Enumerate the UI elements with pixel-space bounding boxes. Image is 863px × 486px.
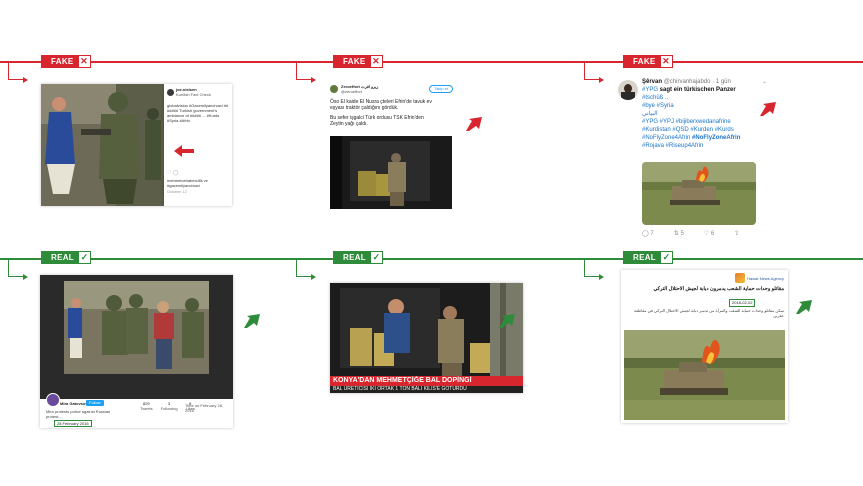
fake-tag-1: FAKE ✕ <box>41 55 91 68</box>
x-icon: ✕ <box>659 55 673 68</box>
avatar <box>46 393 60 407</box>
fake-pointer-2 <box>296 63 316 83</box>
fake-label: FAKE <box>343 57 366 66</box>
follow-button[interactable]: Takip et <box>429 85 453 93</box>
fake-tag-3: FAKE ✕ <box>623 55 673 68</box>
tweet-body: globalvision #Gacemilyanchowi ## ##### T… <box>167 103 229 123</box>
avatar <box>167 88 174 96</box>
real-news-card-3: Hawar News Agency مقاتلو وحدات حماية الش… <box>621 270 788 423</box>
tweet-date: October 12 <box>167 189 187 194</box>
article-body: تمكن مقاتلو وحدات حماية الشعب والمرأة من… <box>633 308 784 318</box>
real-tag-1: REAL ✓ <box>41 251 91 264</box>
check-icon: ✓ <box>369 251 383 264</box>
real-divider-line <box>0 258 863 260</box>
green-arrow-2 <box>499 314 515 328</box>
highlighted-date: 2018-02-02 <box>729 299 756 307</box>
tweet-subhandle: Kurdish Fact Check <box>176 92 211 97</box>
protest-photo <box>41 84 164 206</box>
reply-count: 7 <box>650 231 654 237</box>
check-icon: ✓ <box>77 251 91 264</box>
hashtag-line[interactable]: #YPG #YPJ #bijiberxwedanafrine <box>642 118 772 126</box>
news-headline: KONYA'DAN MEHMETÇİĞE BAL DOPİNGİ <box>330 376 523 386</box>
hashtag-line[interactable]: #bye #Syria <box>642 102 772 110</box>
hashtag-line[interactable]: #tschüß .. <box>642 94 772 102</box>
fake-tweet-card-1 <box>41 84 164 206</box>
fake-tweet-card-2: Zeroeffort زيرو افرت @zeroeffort Takip e… <box>330 84 453 209</box>
real-tag-3: REAL ✓ <box>623 251 673 264</box>
tweet-handle: @zeroeffort <box>341 89 362 94</box>
avatar <box>330 85 338 93</box>
share-icon[interactable]: ⇪ <box>734 230 739 237</box>
fake-label: FAKE <box>633 57 656 66</box>
hashtag-line[interactable]: #Rojava #Riseup4Afrin <box>642 142 772 150</box>
retweet-count: 5 <box>680 231 684 237</box>
van-photo <box>330 136 452 209</box>
avatar <box>618 80 638 100</box>
tweet-footer: mehmetcehabercilik ve #gacemilyanchowi <box>167 178 208 188</box>
real-pointer-3 <box>584 260 604 280</box>
follow-button[interactable]: Follow <box>86 400 104 406</box>
red-arrow-3 <box>760 102 776 116</box>
reply-icon[interactable]: ◯ 7 <box>642 230 654 237</box>
like-count: 6 <box>710 231 715 237</box>
red-arrow-2 <box>466 117 482 131</box>
real-label: REAL <box>343 253 366 262</box>
check-icon: ✓ <box>659 251 673 264</box>
fake-pointer-3 <box>584 63 604 83</box>
fake-tweet-card-3: Şêrvan @chirvanhajabdo · 1 gün ⌄ #YPG sa… <box>616 76 772 241</box>
article-title: مقاتلو وحدات حماية الشعب يدمرون دبابة لج… <box>653 286 784 292</box>
tweet-time: · 1 gün <box>712 79 731 85</box>
tweet-author-arabic: زيرو افرت <box>361 84 379 89</box>
red-arrow-1 <box>174 145 194 157</box>
tweet-author: Şêrvan <box>642 79 663 85</box>
hashtag-noflyzone-afrin[interactable]: #NoFlyZoneAfrin <box>692 135 740 141</box>
stat-following-label: Following <box>160 406 178 411</box>
tweet-text: sagt ein türkischen Panzer <box>658 87 736 93</box>
tweet-line2: eşyası traktör çaldığını gördük. <box>330 105 399 111</box>
hashtag-ypg[interactable]: #YPG <box>642 87 658 93</box>
real-news-card-2: KONYA'DAN MEHMETÇİĞE BAL DOPİNGİ BAL ÜRE… <box>330 283 523 393</box>
real-tag-2: REAL ✓ <box>333 251 383 264</box>
stat-tweets-label: Tweets <box>140 406 153 411</box>
tank-photo <box>642 162 756 225</box>
fake-divider-line <box>0 61 863 63</box>
profile-desc: Mira protests police against Russian pro… <box>46 409 111 419</box>
retweet-icon[interactable]: ⇅ 5 <box>674 230 684 237</box>
real-pointer-1 <box>8 260 28 280</box>
agency-name: Hawar News Agency <box>747 275 784 281</box>
joined-date: Time on February 28, 2016 <box>185 403 224 413</box>
hashtag-line[interactable]: #Kurdistan #QSD #Kurden #Kurds <box>642 126 772 134</box>
arabic-hashtag[interactable]: البياني <box>642 110 772 118</box>
fake-tag-2: FAKE ✕ <box>333 55 383 68</box>
agency-logo-icon <box>735 273 746 283</box>
green-arrow-3 <box>796 300 812 314</box>
chevron-down-icon[interactable]: ⌄ <box>762 78 767 85</box>
hashtag-noflyzone[interactable]: #NoFlyZone4Afrin <box>642 135 690 141</box>
like-icon[interactable]: ♡ 6 <box>704 230 714 237</box>
real-label: REAL <box>51 253 74 262</box>
profile-name: Mira Gatovsos <box>60 401 88 406</box>
real-pointer-2 <box>296 260 316 280</box>
tweet-line4: Zeytin yağı çaldı. <box>330 121 368 127</box>
tweet-handle: @chirvanhajabdo <box>663 79 711 85</box>
like-icon[interactable]: ♡ ◯ <box>167 170 178 176</box>
honey-delivery-photo <box>330 283 523 378</box>
fake-label: FAKE <box>51 57 74 66</box>
x-icon: ✕ <box>77 55 91 68</box>
tank-photo-original <box>624 330 785 420</box>
fake-pointer-1 <box>8 63 28 83</box>
real-profile-card-1: Mira Gatovsos Follow Mira protests polic… <box>40 275 233 428</box>
green-arrow-1 <box>244 314 260 328</box>
protest-photo-original <box>64 281 209 374</box>
real-label: REAL <box>633 253 656 262</box>
highlighted-date: 28 February 2016 <box>54 420 92 427</box>
x-icon: ✕ <box>369 55 383 68</box>
news-subline: BAL ÜRETİCİSİ İKİ ORTAK 1 TON BALI KİLİS… <box>330 386 523 393</box>
